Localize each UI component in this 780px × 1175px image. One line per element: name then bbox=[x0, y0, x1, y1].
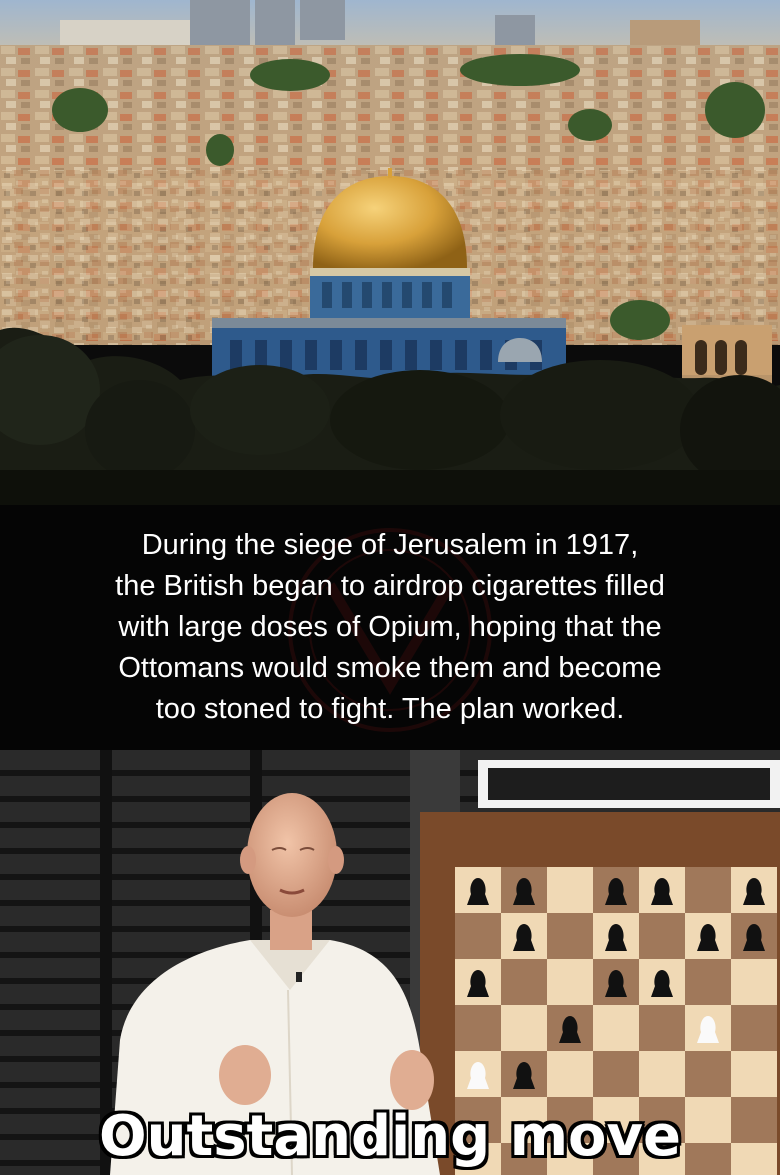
chessboard-square bbox=[685, 867, 731, 913]
caption-band: During the siege of Jerusalem in 1917, t… bbox=[0, 505, 780, 750]
chessboard-square bbox=[731, 959, 777, 1005]
chessboard-square bbox=[547, 1051, 593, 1097]
chessboard-square bbox=[593, 1005, 639, 1051]
chessboard-square bbox=[547, 867, 593, 913]
chessboard-square bbox=[547, 959, 593, 1005]
lapel-mic bbox=[296, 972, 302, 982]
jerusalem-skyline-illustration bbox=[0, 0, 780, 505]
right-hand bbox=[390, 1050, 434, 1110]
caption-line: Ottomans would smoke them and become bbox=[118, 652, 662, 684]
chessboard-square bbox=[731, 1051, 777, 1097]
chessboard-square bbox=[455, 913, 501, 959]
chessboard-square bbox=[639, 913, 685, 959]
outstanding-move-photo: Outstanding move bbox=[0, 750, 780, 1175]
chessboard-square bbox=[685, 959, 731, 1005]
chessboard-square bbox=[593, 1051, 639, 1097]
chessboard-square bbox=[731, 1005, 777, 1051]
chessboard-square bbox=[501, 1005, 547, 1051]
chessboard-square bbox=[501, 959, 547, 1005]
chessboard-square bbox=[639, 1005, 685, 1051]
chessboard-square bbox=[639, 1051, 685, 1097]
caption-line: the British began to airdrop cigarettes … bbox=[115, 570, 665, 602]
caption-line: too stoned to fight. The plan worked. bbox=[155, 693, 625, 725]
outstanding-move-caption: Outstanding move bbox=[98, 1104, 682, 1169]
left-hand bbox=[219, 1045, 271, 1105]
caption-line: with large doses of Opium, hoping that t… bbox=[118, 611, 662, 643]
chessboard-square bbox=[685, 1051, 731, 1097]
caption-line: During the siege of Jerusalem in 1917, bbox=[141, 529, 639, 561]
jerusalem-photo bbox=[0, 0, 780, 505]
fact-caption: During the siege of Jerusalem in 1917, t… bbox=[85, 525, 695, 730]
chessboard-square bbox=[547, 913, 593, 959]
chessboard-square bbox=[455, 1005, 501, 1051]
